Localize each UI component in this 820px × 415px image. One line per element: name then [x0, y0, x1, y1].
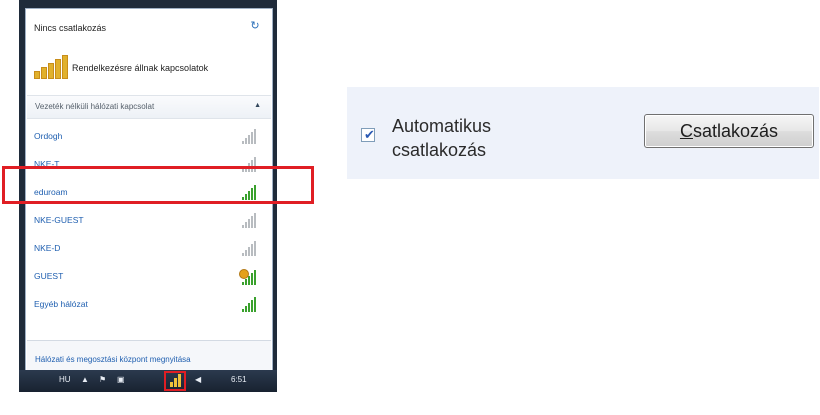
warning-icon: [239, 269, 249, 279]
wireless-section-header[interactable]: Vezeték nélküli hálózati kapcsolat ▲: [27, 95, 271, 119]
tray-highlight: [164, 371, 186, 391]
eduroam-highlight: [2, 166, 314, 204]
signal-weak-icon: [242, 240, 256, 256]
show-hidden-icons[interactable]: ▲: [81, 375, 89, 384]
device-icon[interactable]: ▣: [117, 375, 125, 384]
connect-panel: ✔ Automatikus csatlakozás Csatlakozás: [347, 87, 819, 179]
signal-strong-icon: [242, 296, 256, 312]
network-name: GUEST: [34, 271, 64, 281]
network-item-nke-d[interactable]: NKE-D: [26, 234, 272, 262]
network-bars-icon: [34, 55, 68, 79]
network-name: NKE-GUEST: [34, 215, 84, 225]
refresh-icon[interactable]: ↻: [248, 19, 262, 33]
unsecured-signal-icon: [239, 269, 256, 285]
network-name: NKE-D: [34, 243, 61, 253]
auto-connect-label: Automatikus csatlakozás: [392, 116, 492, 160]
language-indicator[interactable]: HU: [59, 375, 71, 384]
network-item-nke-guest[interactable]: NKE-GUEST: [26, 206, 272, 234]
network-name: Egyéb hálózat: [34, 299, 88, 309]
wireless-section-label: Vezeték nélküli hálózati kapcsolat: [35, 102, 155, 111]
signal-weak-icon: [242, 128, 256, 144]
taskbar: HU ▲ ⚑ ▣ ◀ 6:51: [19, 370, 277, 392]
auto-connect-checkbox[interactable]: ✔: [361, 127, 375, 142]
flag-icon[interactable]: ⚑: [99, 375, 106, 384]
connect-button[interactable]: Csatlakozás: [644, 114, 814, 148]
check-icon: ✔: [364, 127, 375, 142]
network-item-guest[interactable]: GUEST: [26, 262, 272, 290]
signal-weak-icon: [242, 212, 256, 228]
available-label: Rendelkezésre állnak kapcsolatok: [72, 63, 209, 73]
clock[interactable]: 6:51: [231, 375, 247, 384]
available-connections: Rendelkezésre állnak kapcsolatok: [34, 53, 208, 83]
network-list: Ordogh NKE-T eduroam NKE-GUEST NKE-D GUE…: [26, 122, 272, 318]
network-item-ordogh[interactable]: Ordogh: [26, 122, 272, 150]
volume-icon[interactable]: ◀: [195, 375, 201, 384]
network-item-other[interactable]: Egyéb hálózat: [26, 290, 272, 318]
connection-status-title: Nincs csatlakozás: [34, 23, 107, 33]
collapse-icon[interactable]: ▲: [254, 102, 261, 109]
network-name: Ordogh: [34, 131, 63, 141]
network-sharing-center-link[interactable]: Hálózati és megosztási központ megnyitás…: [35, 355, 191, 364]
